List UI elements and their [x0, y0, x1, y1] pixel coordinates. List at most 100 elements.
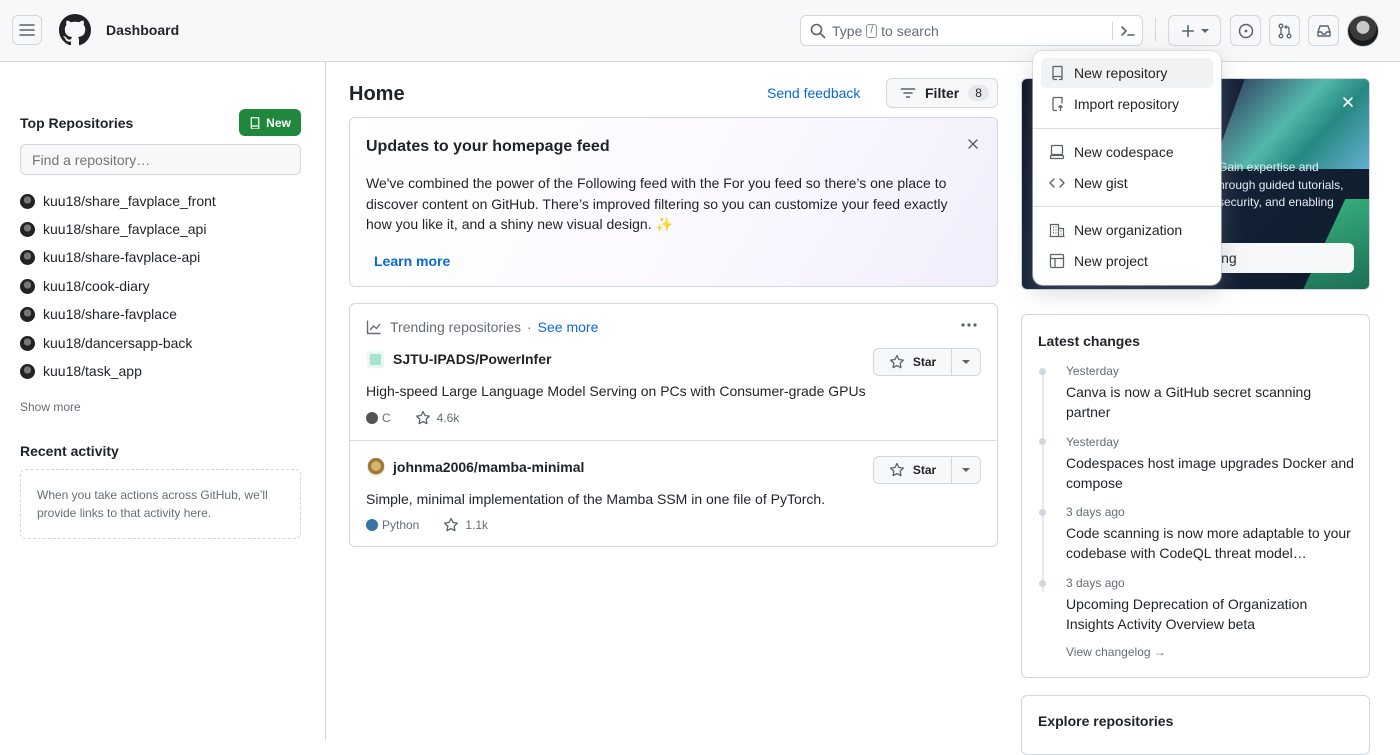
close-icon[interactable]	[967, 138, 979, 150]
create-new-button[interactable]	[1168, 15, 1221, 46]
repo-link[interactable]: kuu18/share-favplace-api	[43, 249, 200, 265]
view-changelog-link[interactable]: View changelog →	[1066, 645, 1166, 659]
star-list-dropdown[interactable]	[952, 349, 980, 375]
menu-item-new-project[interactable]: New project	[1041, 246, 1213, 276]
search-icon	[810, 23, 826, 39]
menu-item-label: New gist	[1074, 175, 1128, 191]
send-feedback-link[interactable]: Send feedback	[767, 85, 860, 101]
changelog-date: 3 days ago	[1066, 505, 1125, 519]
repo-icon	[250, 116, 260, 129]
changelog-item[interactable]: Yesterday Canva is now a GitHub secret s…	[1066, 364, 1356, 422]
pull-requests-button[interactable]	[1269, 15, 1300, 46]
find-repository-input[interactable]	[20, 144, 301, 175]
star-icon	[444, 517, 459, 532]
repo-link[interactable]: kuu18/task_app	[43, 363, 142, 379]
kebab-horizontal-icon[interactable]	[960, 319, 978, 331]
menu-button[interactable]	[12, 15, 42, 45]
plus-icon	[1181, 24, 1194, 37]
github-logo[interactable]	[59, 14, 91, 46]
repo-name-link[interactable]: johnma2006/mamba-minimal	[393, 459, 584, 475]
page-title: Dashboard	[106, 22, 180, 38]
menu-item-label: New repository	[1074, 65, 1168, 81]
changelog-title[interactable]: Codespaces host image upgrades Docker an…	[1066, 453, 1356, 493]
menu-item-label: Import repository	[1074, 96, 1180, 112]
explore-repositories-heading: Explore repositories	[1038, 713, 1174, 729]
menu-item-new-organization[interactable]: New organization	[1041, 215, 1213, 245]
changelog-title[interactable]: Upcoming Deprecation of Organization Ins…	[1066, 594, 1356, 634]
promo-text-line: Gain expertise and	[1218, 160, 1319, 174]
changelog-item[interactable]: 3 days ago Code scanning is now more ada…	[1066, 505, 1356, 563]
list-item[interactable]: kuu18/share_favplace_api	[20, 221, 206, 237]
changelog-date: 3 days ago	[1066, 576, 1125, 590]
changelog-item[interactable]: 3 days ago Upcoming Deprecation of Organ…	[1066, 576, 1356, 634]
list-item[interactable]: kuu18/share-favplace-api	[20, 249, 200, 265]
trending-label: Trending repositories	[390, 319, 521, 335]
search-placeholder-prefix: Type	[832, 23, 863, 39]
changelog-item[interactable]: Yesterday Codespaces host image upgrades…	[1066, 435, 1356, 493]
search-placeholder-suffix: to search	[881, 23, 939, 39]
hamburger-icon	[19, 24, 35, 36]
learn-more-label: Learn more	[374, 253, 451, 269]
menu-item-new-codespace[interactable]: New codespace	[1041, 137, 1213, 167]
changelog-title[interactable]: Canva is now a GitHub secret scanning pa…	[1066, 382, 1356, 422]
owner-avatar	[20, 221, 35, 237]
show-more-link[interactable]: Show more	[20, 400, 81, 414]
menu-item-label: New organization	[1074, 222, 1183, 238]
list-item[interactable]: kuu18/task_app	[20, 363, 142, 379]
menu-item-new-repository[interactable]: New repository	[1041, 58, 1213, 88]
star-button[interactable]: Star	[873, 348, 981, 376]
repo-link[interactable]: kuu18/share_favplace_front	[43, 193, 216, 209]
language-color-dot	[366, 412, 378, 424]
repo-link[interactable]: kuu18/share_favplace_api	[43, 221, 206, 237]
repo-link[interactable]: kuu18/dancersapp-back	[43, 335, 192, 351]
repo-name-link[interactable]: SJTU-IPADS/PowerInfer	[393, 351, 551, 367]
menu-divider	[1033, 128, 1221, 129]
owner-avatar	[20, 363, 35, 379]
command-palette-icon[interactable]	[1120, 23, 1136, 39]
separator-dot: ·	[527, 319, 532, 335]
star-count[interactable]: 1.1k	[465, 518, 488, 532]
table-row: SJTU-IPADS/PowerInfer Star High-speed La…	[350, 338, 997, 440]
inbox-icon	[1316, 24, 1331, 37]
inbox-button[interactable]	[1308, 15, 1339, 46]
star-count[interactable]: 4.6k	[437, 411, 460, 425]
issues-button[interactable]	[1230, 15, 1261, 46]
updates-body: We've combined the power of the Followin…	[366, 175, 948, 232]
promo-text-line: security, and enabling	[1218, 195, 1334, 209]
code-icon	[1049, 178, 1065, 188]
menu-item-import-repository[interactable]: Import repository	[1041, 89, 1213, 119]
recent-activity-box: When you take actions across GitHub, we’…	[20, 469, 301, 539]
filter-icon	[900, 88, 916, 98]
list-item[interactable]: kuu18/dancersapp-back	[20, 335, 192, 351]
git-pull-request-icon	[1278, 23, 1291, 38]
repo-description: Simple, minimal implementation of the Ma…	[366, 491, 826, 507]
filter-button[interactable]: Filter 8	[886, 78, 998, 108]
graph-icon	[366, 320, 381, 335]
promo-text-line: hrough guided tutorials,	[1218, 177, 1344, 192]
repo-link[interactable]: kuu18/cook-diary	[43, 278, 150, 294]
list-item[interactable]: kuu18/share-favplace	[20, 306, 177, 322]
star-list-dropdown[interactable]	[952, 457, 980, 483]
repo-link[interactable]: kuu18/share-favplace	[43, 306, 177, 322]
avatar[interactable]	[1347, 15, 1379, 47]
menu-divider	[1033, 206, 1221, 207]
changelog-title[interactable]: Code scanning is now more adaptable to y…	[1066, 523, 1356, 563]
menu-item-new-gist[interactable]: New gist	[1041, 168, 1213, 198]
repo-push-icon	[1052, 96, 1063, 112]
list-item[interactable]: kuu18/share_favplace_front	[20, 193, 216, 209]
new-repository-button[interactable]: New	[239, 109, 301, 136]
star-button[interactable]: Star	[873, 456, 981, 484]
learn-more-button[interactable]: Learn more	[359, 246, 477, 276]
owner-avatar	[20, 335, 35, 351]
repo-owner-avatar	[367, 351, 384, 368]
search-input[interactable]: Type / to search	[800, 15, 1143, 46]
list-item[interactable]: kuu18/cook-diary	[20, 278, 150, 294]
top-repositories-heading: Top Repositories	[20, 115, 134, 131]
see-more-link[interactable]: See more	[538, 319, 599, 335]
star-icon	[889, 354, 904, 369]
owner-avatar	[20, 193, 35, 209]
star-icon	[889, 462, 904, 477]
codespaces-icon	[1049, 144, 1065, 160]
star-icon	[415, 410, 430, 425]
close-icon[interactable]	[1342, 96, 1354, 108]
